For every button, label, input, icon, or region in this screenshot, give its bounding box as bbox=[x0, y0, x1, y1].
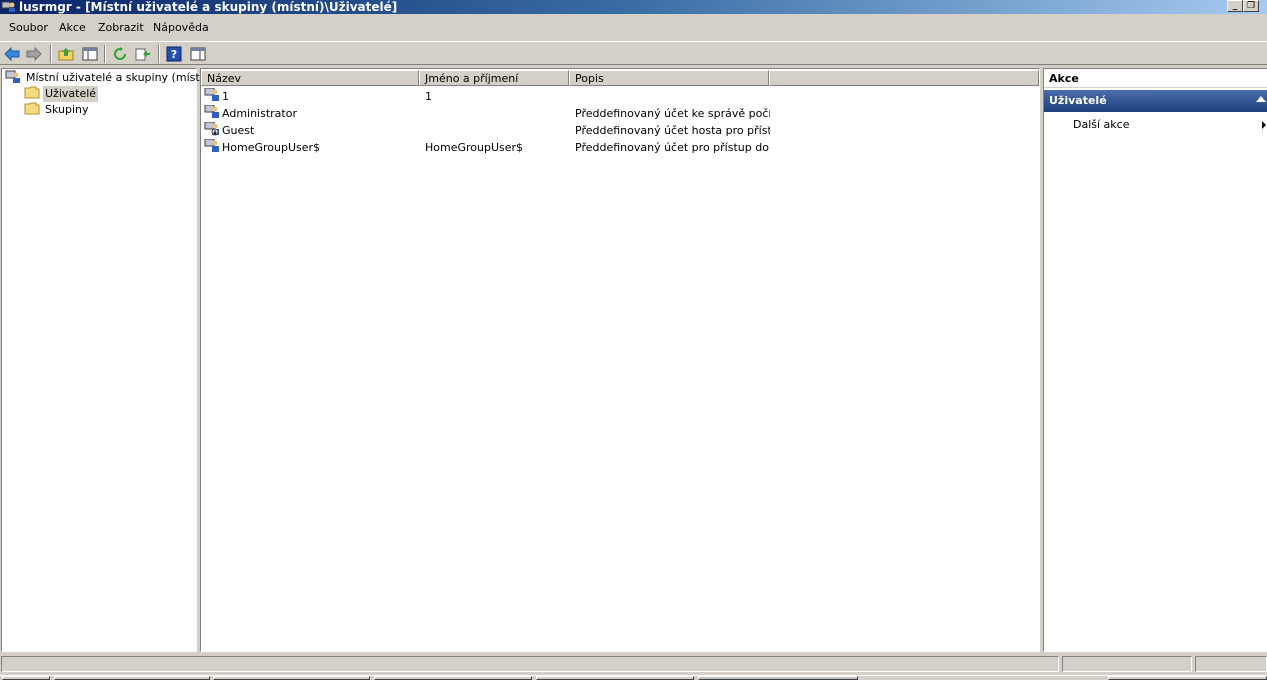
up-folder-icon[interactable] bbox=[57, 45, 75, 63]
taskbar-button[interactable] bbox=[213, 676, 370, 680]
tree-item-groups[interactable]: Skupiny bbox=[24, 102, 91, 118]
table-row[interactable]: Administrator Předdefinovaný účet ke spr… bbox=[204, 105, 1034, 122]
taskbar-button[interactable] bbox=[1108, 676, 1267, 680]
menu-soubor[interactable]: Soubor bbox=[9, 21, 48, 34]
menu-bar: Soubor Akce Zobrazit Nápověda bbox=[0, 17, 1267, 39]
show-hide-action-pane-icon[interactable] bbox=[189, 45, 207, 63]
status-segment bbox=[1195, 656, 1267, 672]
table-row[interactable]: Guest Předdefinovaný účet hosta pro přís… bbox=[204, 122, 1034, 139]
tree-root-label: Místní uživatelé a skupiny (místní) bbox=[26, 71, 214, 84]
user-description bbox=[575, 88, 770, 105]
menu-akce[interactable]: Akce bbox=[59, 21, 86, 34]
column-header-description[interactable]: Popis bbox=[569, 70, 769, 86]
menu-napoveda[interactable]: Nápověda bbox=[153, 21, 209, 34]
title-bar: lusrmgr - [Místní uživatelé a skupiny (m… bbox=[0, 0, 1267, 14]
table-row[interactable]: HomeGroupUser$ HomeGroupUser$ Předdefino… bbox=[204, 139, 1034, 156]
user-name: Administrator bbox=[222, 107, 297, 120]
user-description: Předdefinovaný účet pro přístup do… bbox=[575, 141, 770, 154]
user-name: Guest bbox=[222, 124, 255, 137]
status-segment bbox=[1062, 656, 1192, 672]
window-title: lusrmgr - [Místní uživatelé a skupiny (m… bbox=[19, 0, 398, 14]
user-description: Předdefinovaný účet ke správě počít… bbox=[575, 107, 770, 120]
taskbar-button[interactable] bbox=[2, 676, 50, 680]
export-list-icon[interactable] bbox=[134, 45, 152, 63]
taskbar-button[interactable] bbox=[536, 676, 694, 680]
user-fullname bbox=[425, 105, 570, 122]
user-icon bbox=[204, 139, 220, 156]
disabled-user-icon bbox=[204, 122, 220, 139]
back-icon[interactable] bbox=[3, 45, 21, 63]
column-header-name[interactable]: Název bbox=[201, 70, 419, 86]
toolbar-separator bbox=[50, 45, 52, 63]
action-section-users[interactable]: Uživatelé bbox=[1044, 90, 1267, 112]
user-description: Předdefinovaný účet hosta pro příst… bbox=[575, 124, 770, 137]
toolbar: ? bbox=[0, 41, 1267, 65]
column-header-empty bbox=[769, 70, 1039, 86]
svg-text:?: ? bbox=[171, 48, 177, 61]
user-fullname: HomeGroupUser$ bbox=[425, 141, 524, 154]
user-name: 1 bbox=[222, 90, 229, 103]
toolbar-separator bbox=[104, 45, 106, 63]
user-list-pane[interactable]: Název Jméno a příjmení Popis 1 1 Adminis… bbox=[200, 68, 1040, 652]
taskbar-button[interactable] bbox=[374, 676, 532, 680]
status-segment-main bbox=[1, 656, 1059, 672]
users-app-icon[interactable] bbox=[1, 1, 17, 13]
action-pane: Akce Uživatelé Další akce bbox=[1043, 68, 1267, 652]
column-header-fullname[interactable]: Jméno a příjmení bbox=[419, 70, 569, 86]
user-icon bbox=[204, 88, 220, 105]
minimize-button[interactable]: _ bbox=[1227, 0, 1243, 12]
show-hide-tree-icon[interactable] bbox=[81, 45, 99, 63]
taskbar-button[interactable] bbox=[54, 676, 210, 680]
refresh-icon[interactable] bbox=[111, 45, 129, 63]
user-name: HomeGroupUser$ bbox=[222, 141, 321, 154]
user-icon bbox=[204, 105, 220, 122]
taskbar-button-active[interactable] bbox=[698, 676, 858, 680]
local-users-groups-icon bbox=[5, 68, 21, 89]
toolbar-separator bbox=[158, 45, 160, 63]
table-row[interactable]: 1 1 bbox=[204, 88, 1034, 105]
restore-button[interactable]: ❐ bbox=[1243, 0, 1259, 12]
tree-item-label: Skupiny bbox=[45, 103, 89, 116]
tree-item-label: Uživatelé bbox=[43, 86, 99, 102]
tree-pane[interactable]: Místní uživatelé a skupiny (místní) Uživ… bbox=[1, 68, 214, 652]
action-more-actions[interactable]: Další akce bbox=[1073, 117, 1129, 133]
menu-zobrazit[interactable]: Zobrazit bbox=[98, 21, 144, 34]
user-fullname bbox=[425, 122, 570, 139]
user-fullname: 1 bbox=[425, 90, 432, 103]
action-section-label: Uživatelé bbox=[1049, 94, 1107, 107]
submenu-arrow-icon[interactable] bbox=[1262, 121, 1266, 129]
folder-icon bbox=[24, 101, 40, 120]
collapse-arrow-icon[interactable] bbox=[1256, 96, 1266, 102]
status-bar bbox=[0, 655, 1267, 673]
help-icon[interactable]: ? bbox=[165, 45, 183, 63]
action-pane-title: Akce bbox=[1044, 70, 1267, 88]
forward-icon[interactable] bbox=[25, 45, 43, 63]
